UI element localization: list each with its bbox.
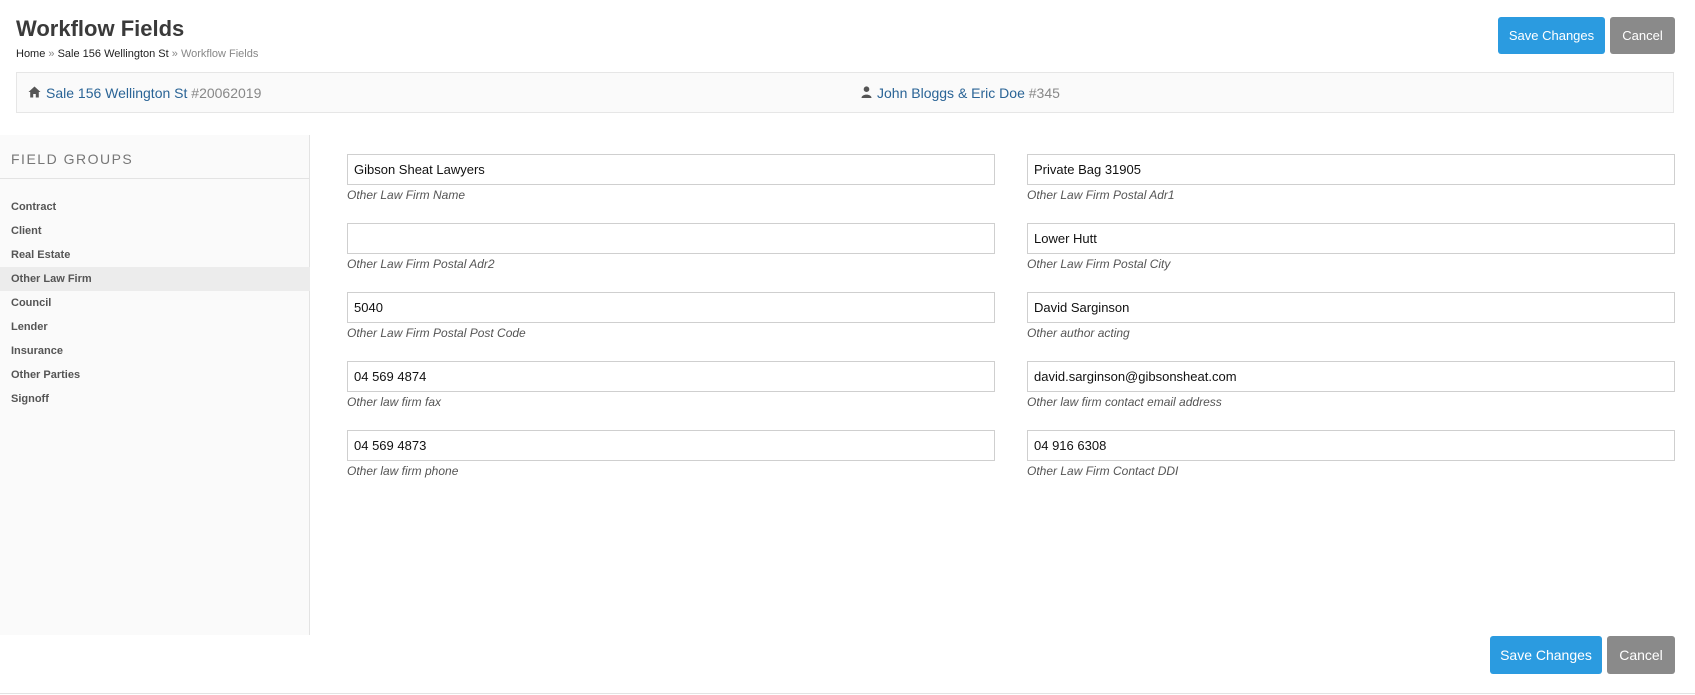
- cancel-button[interactable]: Cancel: [1610, 17, 1675, 54]
- form-field: Other Law Firm Postal Adr2: [347, 223, 995, 271]
- phone-input[interactable]: [347, 430, 995, 461]
- postal-post-code-input[interactable]: [347, 292, 995, 323]
- client-link[interactable]: John Bloggs & Eric Doe #345: [861, 85, 1060, 101]
- form-field: Other Law Firm Postal Post Code: [347, 292, 995, 340]
- sidebar-heading: FIELD GROUPS: [11, 151, 134, 167]
- record-info-bar: Sale 156 Wellington St #20062019 John Bl…: [16, 72, 1674, 113]
- sidebar-item-lender[interactable]: Lender: [0, 315, 310, 339]
- form-field: Other Law Firm Postal Adr1: [1027, 154, 1675, 202]
- postal-adr2-input[interactable]: [347, 223, 995, 254]
- sidebar-divider: [0, 178, 310, 179]
- sidebar-item-contract[interactable]: Contract: [0, 195, 310, 219]
- form-field: Other Law Firm Contact DDI: [1027, 430, 1675, 478]
- home-icon: [28, 85, 41, 101]
- contact-email-input[interactable]: [1027, 361, 1675, 392]
- property-link[interactable]: Sale 156 Wellington St #20062019: [28, 85, 261, 101]
- field-label: Other law firm phone: [347, 464, 459, 478]
- field-label: Other Law Firm Postal City: [1027, 257, 1171, 271]
- breadcrumb-current: Workflow Fields: [180, 48, 259, 60]
- property-number: #20062019: [191, 85, 262, 101]
- form-field: Other Law Firm Name: [347, 154, 995, 202]
- fax-input[interactable]: [347, 361, 995, 392]
- breadcrumb-separator: »: [171, 48, 178, 60]
- law-firm-name-input[interactable]: [347, 154, 995, 185]
- field-label: Other Law Firm Postal Post Code: [347, 326, 526, 340]
- form-field: Other Law Firm Postal City: [1027, 223, 1675, 271]
- form-field: Other law firm fax: [347, 361, 995, 409]
- breadcrumb: Home » Sale 156 Wellington St » Workflow…: [16, 48, 258, 60]
- client-number: #345: [1028, 85, 1060, 101]
- sidebar-item-real-estate[interactable]: Real Estate: [0, 243, 310, 267]
- field-label: Other author acting: [1027, 326, 1130, 340]
- breadcrumb-parent-link[interactable]: Sale 156 Wellington St: [58, 48, 169, 60]
- cancel-button-bottom[interactable]: Cancel: [1607, 636, 1675, 674]
- form-field: Other law firm contact email address: [1027, 361, 1675, 409]
- save-changes-button-bottom[interactable]: Save Changes: [1490, 636, 1602, 674]
- sidebar-item-other-parties[interactable]: Other Parties: [0, 363, 310, 387]
- field-label: Other Law Firm Name: [347, 188, 466, 202]
- contact-ddi-input[interactable]: [1027, 430, 1675, 461]
- sidebar-item-insurance[interactable]: Insurance: [0, 339, 310, 363]
- sidebar-item-council[interactable]: Council: [0, 291, 310, 315]
- form-field: Other law firm phone: [347, 430, 995, 478]
- property-name: Sale 156 Wellington St: [46, 85, 188, 101]
- field-label: Other law firm fax: [347, 395, 442, 409]
- postal-city-input[interactable]: [1027, 223, 1675, 254]
- field-label: Other Law Firm Postal Adr1: [1027, 188, 1175, 202]
- footer-divider: [0, 693, 1695, 694]
- client-name: John Bloggs & Eric Doe: [877, 85, 1025, 101]
- field-label: Other Law Firm Postal Adr2: [347, 257, 495, 271]
- field-group-list: Contract Client Real Estate Other Law Fi…: [0, 195, 310, 411]
- page-title: Workflow Fields: [16, 16, 185, 41]
- breadcrumb-separator: »: [48, 48, 55, 60]
- sidebar-item-signoff[interactable]: Signoff: [0, 387, 310, 411]
- field-label: Other Law Firm Contact DDI: [1027, 464, 1179, 478]
- breadcrumb-home-link[interactable]: Home: [16, 48, 45, 60]
- save-changes-button[interactable]: Save Changes: [1498, 17, 1605, 54]
- user-icon: [861, 85, 872, 101]
- form-field: Other author acting: [1027, 292, 1675, 340]
- field-groups-sidebar: FIELD GROUPS Contract Client Real Estate…: [0, 135, 310, 635]
- sidebar-item-other-law-firm[interactable]: Other Law Firm: [0, 267, 310, 291]
- postal-adr1-input[interactable]: [1027, 154, 1675, 185]
- author-acting-input[interactable]: [1027, 292, 1675, 323]
- sidebar-item-client[interactable]: Client: [0, 219, 310, 243]
- field-label: Other law firm contact email address: [1027, 395, 1222, 409]
